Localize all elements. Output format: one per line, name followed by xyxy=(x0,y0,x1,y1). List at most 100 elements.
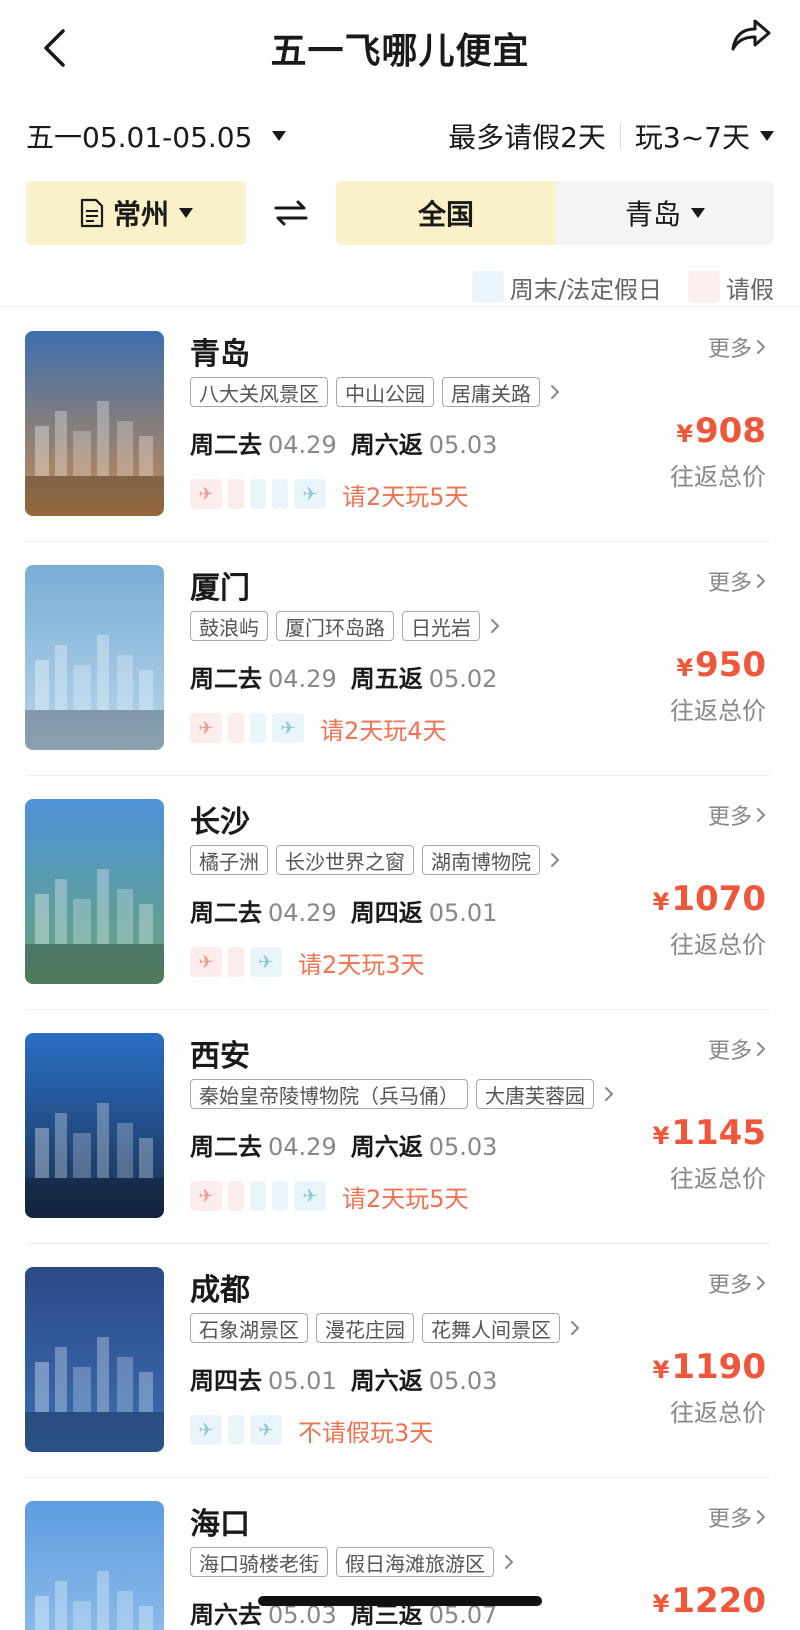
price-value: 1070 xyxy=(671,879,766,919)
trip-calendar: ✈ ✈ 请2天玩5天 xyxy=(190,479,469,511)
plane-depart-icon: ✈ xyxy=(190,713,222,743)
attraction-tag: 花舞人间景区 xyxy=(422,1313,560,1343)
return-day: 周六返 xyxy=(350,1367,423,1395)
chevron-right-icon xyxy=(551,853,559,867)
round-trip-price: ¥1145 xyxy=(653,1113,766,1153)
depart-date: 04.29 xyxy=(268,1133,337,1161)
holiday-day-block xyxy=(272,1181,288,1211)
trip-calendar: ✈ ✈ 请2天玩3天 xyxy=(190,947,425,979)
leave-legend-label: 请假 xyxy=(726,275,774,304)
plane-depart-icon: ✈ xyxy=(190,947,222,977)
more-label: 更多 xyxy=(707,1507,752,1532)
return-day: 周四返 xyxy=(350,899,423,927)
chevron-right-icon xyxy=(757,808,765,822)
price-value: 1220 xyxy=(671,1581,766,1621)
leave-day-block xyxy=(228,1181,244,1211)
chevron-right-icon xyxy=(551,385,559,399)
destination-card[interactable]: 成都 更多 石象湖景区 漫花庄园 花舞人间景区 周四去 05.01 周六返 05.0… xyxy=(0,1243,800,1477)
destination-card[interactable]: 青岛 更多 八大关风景区 中山公园 居庸关路 周二去 04.29 周六返 05.03… xyxy=(0,307,800,541)
more-link[interactable]: 更多 xyxy=(708,565,766,597)
holiday-day-block xyxy=(272,479,288,509)
chevron-right-icon xyxy=(757,1510,765,1524)
weekend-swatch xyxy=(471,271,504,303)
more-link[interactable]: 更多 xyxy=(708,1267,766,1299)
nav-bar: 五一飞哪儿便宜 xyxy=(0,0,800,96)
return-date: 05.02 xyxy=(428,665,498,693)
return-day: 周六返 xyxy=(350,1133,423,1161)
attraction-tags: 海口骑楼老街 假日海滩旅游区 xyxy=(190,1547,514,1577)
attraction-tags: 橘子洲 长沙世界之窗 湖南博物院 xyxy=(190,845,560,875)
more-label: 更多 xyxy=(707,337,752,362)
destination-card[interactable]: 厦门 更多 鼓浪屿 厦门环岛路 日光岩 周二去 04.29 周五返 05.02 ✈ ✈… xyxy=(0,541,800,775)
holiday-day-block xyxy=(250,713,266,743)
depart-date: 04.29 xyxy=(268,665,337,693)
attraction-tag: 假日海滩旅游区 xyxy=(336,1547,494,1577)
origin-city-button[interactable]: 常州 xyxy=(26,181,246,245)
depart-day: 周二去 xyxy=(190,665,262,693)
swap-button[interactable] xyxy=(246,181,336,245)
more-label: 更多 xyxy=(707,571,752,596)
depart-day: 周六去 xyxy=(190,1601,262,1629)
trip-dates: 周二去 04.29 周五返 05.02 xyxy=(190,659,511,694)
leave-filter[interactable]: 最多请假2天 xyxy=(448,116,606,156)
caret-down-icon xyxy=(179,208,193,218)
attraction-tag: 八大关风景区 xyxy=(190,377,328,407)
more-link[interactable]: 更多 xyxy=(708,1501,766,1533)
currency-symbol: ¥ xyxy=(652,1590,670,1618)
leave-plan: 请2天玩5天 xyxy=(342,482,469,511)
attraction-tag: 橘子洲 xyxy=(190,845,268,875)
caret-down-icon xyxy=(760,131,774,141)
attraction-tag: 中山公园 xyxy=(336,377,434,407)
chevron-right-icon xyxy=(605,1087,613,1101)
duration-filter[interactable]: 玩3~7天 xyxy=(635,116,750,156)
attraction-tags: 秦始皇帝陵博物院（兵马俑） 大唐芙蓉园 xyxy=(190,1079,614,1109)
attraction-tag: 厦门环岛路 xyxy=(276,611,394,641)
destination-card[interactable]: 海口 更多 海口骑楼老街 假日海滩旅游区 周六去 05.03 周三返 05.07 … xyxy=(0,1477,800,1630)
plane-depart-icon: ✈ xyxy=(190,1181,222,1211)
trip-calendar: ✈ ✈ 不请假玩3天 xyxy=(190,1415,434,1447)
trip-dates: 周二去 04.29 周四返 05.01 xyxy=(190,893,511,928)
attraction-tags: 鼓浪屿 厦门环岛路 日光岩 xyxy=(190,611,500,641)
dest-city-button[interactable]: 青岛 xyxy=(556,181,774,245)
chevron-right-icon xyxy=(757,574,765,588)
attraction-tags: 石象湖景区 漫花庄园 花舞人间景区 xyxy=(190,1313,580,1343)
more-link[interactable]: 更多 xyxy=(708,799,766,831)
weekend-legend-label: 周末/法定假日 xyxy=(509,275,662,304)
chevron-right-icon xyxy=(757,1042,765,1056)
depart-day: 周二去 xyxy=(190,431,262,459)
share-button[interactable] xyxy=(726,12,776,56)
destination-card[interactable]: 西安 更多 秦始皇帝陵博物院（兵马俑） 大唐芙蓉园 周二去 04.29 周六返 0… xyxy=(0,1009,800,1243)
price-label: 往返总价 xyxy=(670,697,766,725)
round-trip-price: ¥1220 xyxy=(653,1581,766,1621)
dest-city-label: 青岛 xyxy=(624,198,681,231)
destination-card[interactable]: 长沙 更多 橘子洲 长沙世界之窗 湖南博物院 周二去 04.29 周四返 05.01… xyxy=(0,775,800,1009)
filter-row: 五一05.01-05.05 最多请假2天 玩3~7天 xyxy=(26,116,774,156)
plane-return-icon: ✈ xyxy=(272,713,304,743)
return-date: 05.01 xyxy=(428,899,498,927)
attraction-tag: 湖南博物院 xyxy=(422,845,540,875)
destination-city-name: 成都 xyxy=(190,1273,250,1308)
depart-date: 04.29 xyxy=(268,899,337,927)
plane-return-icon: ✈ xyxy=(294,1181,326,1211)
document-icon xyxy=(80,198,104,228)
attraction-tag: 秦始皇帝陵博物院（兵马俑） xyxy=(190,1079,468,1109)
destination-group: 全国 青岛 xyxy=(336,181,774,245)
dest-all-button[interactable]: 全国 xyxy=(336,181,556,245)
more-link[interactable]: 更多 xyxy=(708,331,766,363)
attraction-tag: 漫花庄园 xyxy=(316,1313,414,1343)
depart-day: 周二去 xyxy=(190,1133,262,1161)
destination-photo xyxy=(25,1267,164,1452)
price-value: 908 xyxy=(695,411,766,451)
plane-return-icon: ✈ xyxy=(294,479,326,509)
trip-calendar: ✈ ✈ 请2天玩5天 xyxy=(190,1181,469,1213)
chevron-right-icon xyxy=(491,619,499,633)
attraction-tag: 长沙世界之窗 xyxy=(276,845,414,875)
swap-arrows-icon xyxy=(274,200,308,226)
more-link[interactable]: 更多 xyxy=(708,1033,766,1065)
leave-plan: 不请假玩3天 xyxy=(298,1418,434,1447)
holiday-selector[interactable]: 五一05.01-05.05 xyxy=(26,116,287,156)
destination-city-name: 海口 xyxy=(190,1507,250,1542)
trip-dates: 周二去 04.29 周六返 05.03 xyxy=(190,1127,511,1162)
leave-plan: 请2天玩5天 xyxy=(342,1184,469,1213)
destination-city-name: 厦门 xyxy=(190,571,250,606)
